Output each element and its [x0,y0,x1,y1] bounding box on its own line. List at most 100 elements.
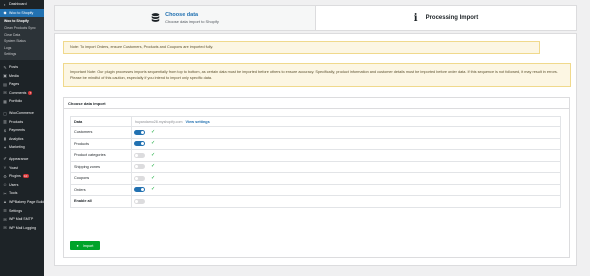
settings-icon: ☰ [3,208,7,214]
woo-to-shopify-submenu: Woo to Shopify Clean Products Sync Clear D… [0,17,44,60]
count-badge: 10 [22,174,29,179]
sidebar-item-label: Tools [9,191,18,196]
row-control: ✓ [131,160,561,173]
sidebar-item-marketing[interactable]: ✦ Marketing [0,143,44,152]
sidebar-item-appearance[interactable]: ✐ Appearance [0,155,44,164]
sidebar-item-label: Analytics [9,136,24,141]
toggle-knob [134,165,139,169]
row-control: ✓ [131,149,561,162]
comments-icon: ✉ [3,90,7,96]
sidebar-item-analytics[interactable]: ▮ Analytics [0,135,44,144]
table-row: Shipping zones ✓ [70,160,561,173]
submenu-item[interactable]: Logs [0,45,44,52]
table-row: Products ✓ [70,137,561,150]
products-icon: ▥ [3,119,7,125]
sidebar-item-label: Users [9,182,19,187]
sidebar-item-yoast[interactable]: Y Yoast [0,163,44,172]
toggle-switch[interactable] [134,152,145,158]
sidebar-item-payments[interactable]: $ Payments [0,126,44,135]
sidebar-item-label: Woo to Shopify [9,10,34,15]
row-label: Coupons [70,172,132,185]
sidebar-item-label: Products [9,119,24,124]
database-icon [151,13,160,22]
toggle-switch[interactable] [134,129,145,135]
import-circle-icon: ● [76,243,79,248]
main-content: Choose data Choose data import to Shopif… [44,0,590,276]
sidebar-item-label: Posts [9,65,18,70]
step-processing-import[interactable]: i Processing Import [316,6,576,30]
data-import-table: Data huyandamo28.myshopify.com View sett… [70,116,561,208]
step-choose-data[interactable]: Choose data Choose data import to Shopif… [55,6,316,30]
table-row: Coupons ✓ [70,172,561,185]
row-label: Product categories [70,149,132,162]
sidebar-item-label: Media [9,73,19,78]
sidebar-item-pages[interactable]: ▤ Pages [0,80,44,89]
sidebar-item-woo-to-shopify[interactable]: ◆ Woo to Shopify [0,8,44,18]
sidebar-item-portfolio[interactable]: ▦ Portfolio [0,97,44,106]
count-badge: 7 [28,90,33,95]
table-row: Orders ✓ [70,183,561,196]
sidebar-item-wp-mail-logging[interactable]: ✉ WP Mail Logging [0,223,44,232]
shop-domain: huyandamo28.myshopify.com [135,119,183,124]
enable-all-control [131,195,561,208]
woo-to-shopify-icon: ◆ [3,10,7,16]
import-button[interactable]: ● Import [70,241,100,250]
toggle-switch[interactable] [134,187,145,193]
sidebar-item-posts[interactable]: ✎ Posts [0,63,44,72]
wp-mail-smtp-icon: ✉ [3,216,7,222]
row-label: Shipping zones [70,160,132,173]
row-control: ✓ [131,183,561,196]
users-icon: ☺ [2,182,8,188]
wpbakery-icon: ▲ [3,199,7,205]
sidebar-item-label: WooCommerce [9,111,34,116]
important-notice: Important Note: Our plugin processes imp… [63,63,571,87]
row-control: ✓ [131,172,561,185]
portfolio-icon: ▦ [3,98,7,104]
sidebar-item-label: WPBakery Page Builder [9,199,44,204]
toggle-switch[interactable] [134,175,145,181]
step-1-subtitle: Choose data import to Shopify [165,19,219,24]
toggle-switch[interactable] [134,198,145,204]
submenu-item[interactable]: System Status [0,38,44,45]
row-label: Customers [70,126,132,139]
submenu-item[interactable]: Clear Data [0,31,44,38]
data-label: Data [70,116,132,127]
sidebar-item-label: Dashboard [9,2,27,7]
check-icon: ✓ [151,163,156,170]
sidebar-item-comments[interactable]: ✉ Comments 7 [0,89,44,98]
toggle-knob [134,199,139,203]
import-button-label: Import [82,243,94,248]
sidebar-item-label: Appearance [9,156,29,161]
sidebar-item-woocommerce[interactable]: ▢ WooCommerce [0,109,44,118]
toggle-switch[interactable] [134,164,145,170]
sidebar-item-wpbakery-page-builder[interactable]: ▲ WPBakery Page Builder [0,198,44,207]
sidebar-item-users[interactable]: ☺ Users [0,180,44,189]
posts-icon: ✎ [3,64,7,70]
sidebar-item-label: Yoast [9,165,18,170]
sidebar-item-plugins[interactable]: ⚙ Plugins 10 [0,172,44,181]
pages-icon: ▤ [3,81,7,87]
check-icon: ✓ [151,174,156,181]
toggle-knob [140,188,145,192]
submenu-item[interactable]: Clean Products Sync [0,25,44,32]
submenu-item[interactable]: Settings [0,51,44,58]
step-2-title: Processing Import [425,15,479,21]
appearance-icon: ✐ [3,156,7,162]
sidebar-item-tools[interactable]: ✂ Tools [0,189,44,198]
view-settings-link[interactable]: View settings [186,120,210,124]
sidebar-item-products[interactable]: ▥ Products [0,117,44,126]
table-row: Customers ✓ [70,126,561,139]
import-wizard-steps: Choose data Choose data import to Shopif… [54,5,577,31]
sidebar-item-label: Plugins [9,174,21,179]
sidebar-item-label: Payments [9,128,25,133]
sidebar-item-label: WP Mail Logging [9,225,37,230]
sidebar-item-media[interactable]: ▣ Media [0,71,44,80]
step-1-title: Choose data [165,12,199,18]
sidebar-item-wp-mail-smtp[interactable]: ✉ WP Mail SMTP [0,215,44,224]
sidebar-item-settings[interactable]: ☰ Settings [0,206,44,215]
submenu-item[interactable]: Woo to Shopify [0,18,44,25]
sidebar-item-dashboard[interactable]: ◐ Dashboard [0,0,44,9]
toggle-switch[interactable] [134,141,145,147]
choose-data-card: Choose data import Data huyandamo28.mysh… [63,97,570,258]
table-row: Product categories ✓ [70,149,561,162]
